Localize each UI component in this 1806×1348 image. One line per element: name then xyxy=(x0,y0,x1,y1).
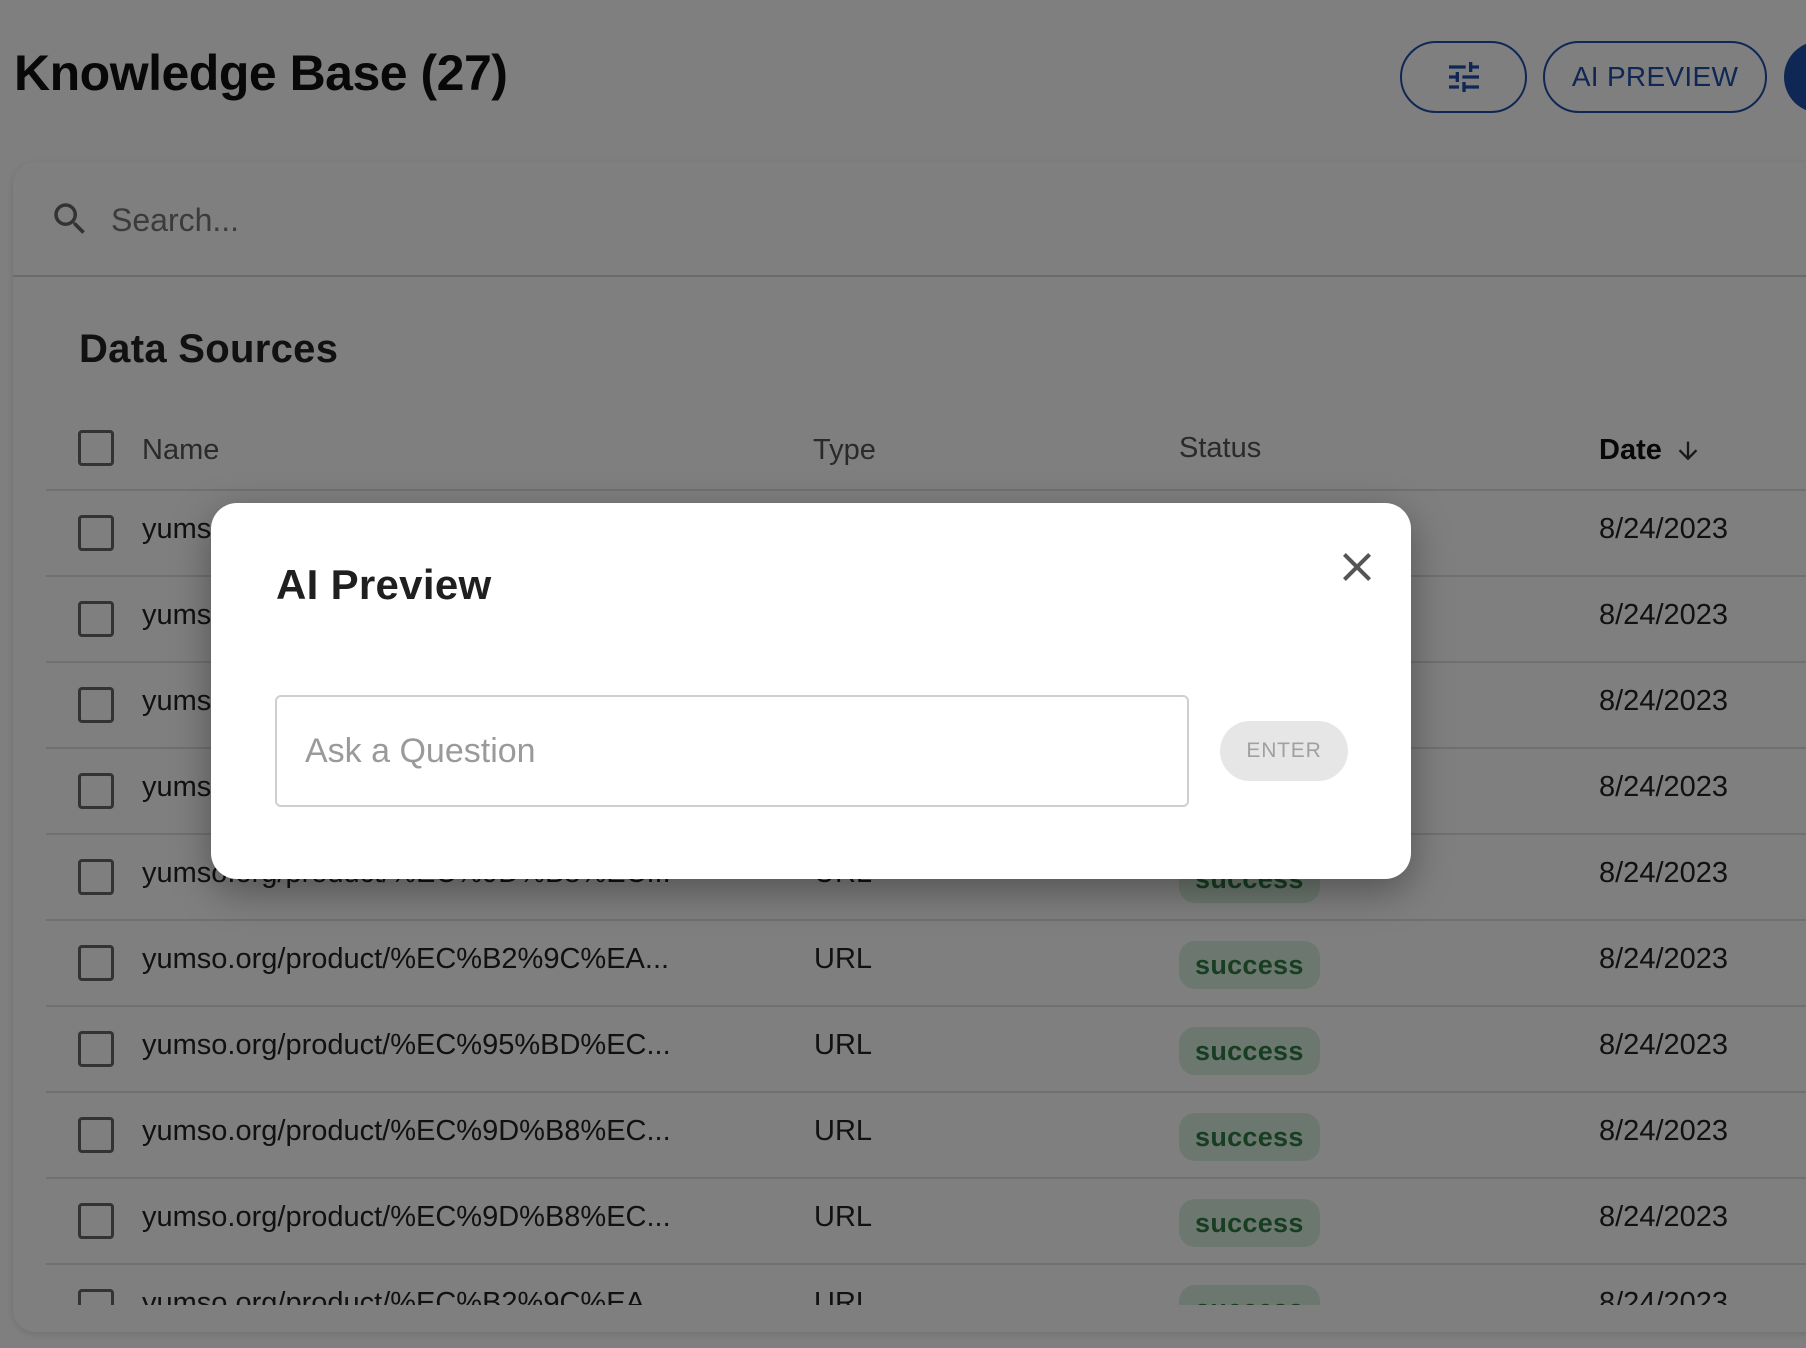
modal-title: AI Preview xyxy=(276,561,492,608)
question-input[interactable] xyxy=(275,695,1189,807)
ai-preview-modal: AI Preview ENTER xyxy=(211,503,1411,879)
enter-button[interactable]: ENTER xyxy=(1220,721,1348,781)
close-icon[interactable] xyxy=(1333,543,1381,591)
